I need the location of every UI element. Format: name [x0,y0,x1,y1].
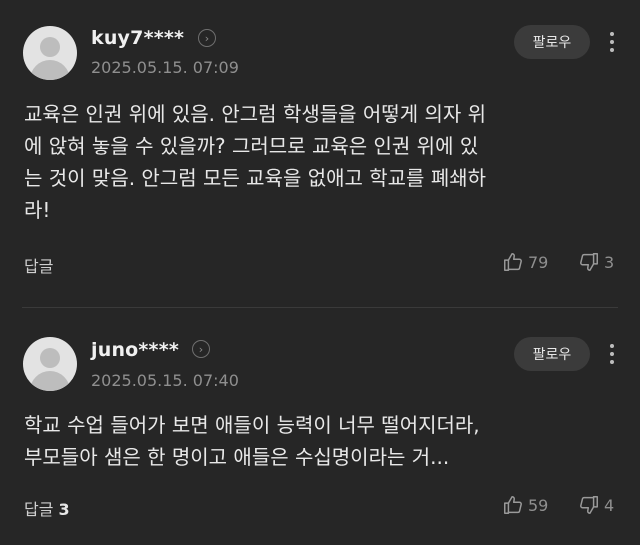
thumbs-up-icon [504,253,522,271]
like-button[interactable]: 79 [502,251,548,273]
reply-label: 답글 [24,257,54,276]
username[interactable]: juno**** [91,339,179,361]
dislike-count: 4 [604,495,615,515]
like-count: 59 [528,495,549,515]
thumbs-up-icon [504,496,522,514]
dislike-button[interactable]: 4 [578,494,614,516]
chevron-right-icon[interactable]: › [198,29,216,47]
reply-button[interactable]: 답글 3 [24,496,70,520]
comment-line: 교육은 인권 위에 있음. 안그럼 학생들을 어떻게 의자 위 [24,102,487,126]
avatar[interactable] [23,26,77,80]
reply-count: 3 [58,500,70,519]
chevron-right-icon[interactable]: › [192,340,210,358]
comment-text: 교육은 인권 위에 있음. 안그럼 학생들을 어떻게 의자 위 에 앉혀 놓을 … [24,98,604,226]
reply-button[interactable]: 답글 [24,253,53,277]
like-count: 79 [528,252,549,272]
more-options-icon[interactable] [602,27,622,57]
follow-button[interactable]: 팔로우 [514,337,590,371]
thumbs-down-icon [580,496,598,514]
dislike-count: 3 [604,252,615,272]
reply-label: 답글 [24,500,54,519]
more-options-icon[interactable] [602,339,622,369]
comment-text: 학교 수업 들어가 보면 애들이 능력이 너무 떨어지더라, 부모들아 샘은 한… [24,409,604,473]
dislike-button[interactable]: 3 [578,251,614,273]
comment-line: 학교 수업 들어가 보면 애들이 능력이 너무 떨어지더라, [24,413,480,437]
like-button[interactable]: 59 [502,494,548,516]
comment-item: kuy7**** › 2025.05.15. 07:09 팔로우 교육은 인권 … [0,0,640,307]
comment-date: 2025.05.15. 07:40 [91,371,239,390]
comment-line: 부모들아 샘은 한 명이고 애들은 수십명이라는 거... [24,445,450,469]
comment-line: 라! [24,198,51,222]
avatar[interactable] [23,337,77,391]
comment-line: 에 앉혀 놓을 수 있을까? 그러므로 교육은 인권 위에 있 [24,134,479,158]
comment-date: 2025.05.15. 07:09 [91,58,239,77]
follow-button[interactable]: 팔로우 [514,25,590,59]
comment-line: 는 것이 맞음. 안그럼 모든 교육을 없애고 학교를 폐쇄하 [24,166,487,190]
thumbs-down-icon [580,253,598,271]
comment-item: juno**** › 2025.05.15. 07:40 팔로우 학교 수업 들… [0,308,640,545]
username[interactable]: kuy7**** [91,27,184,49]
